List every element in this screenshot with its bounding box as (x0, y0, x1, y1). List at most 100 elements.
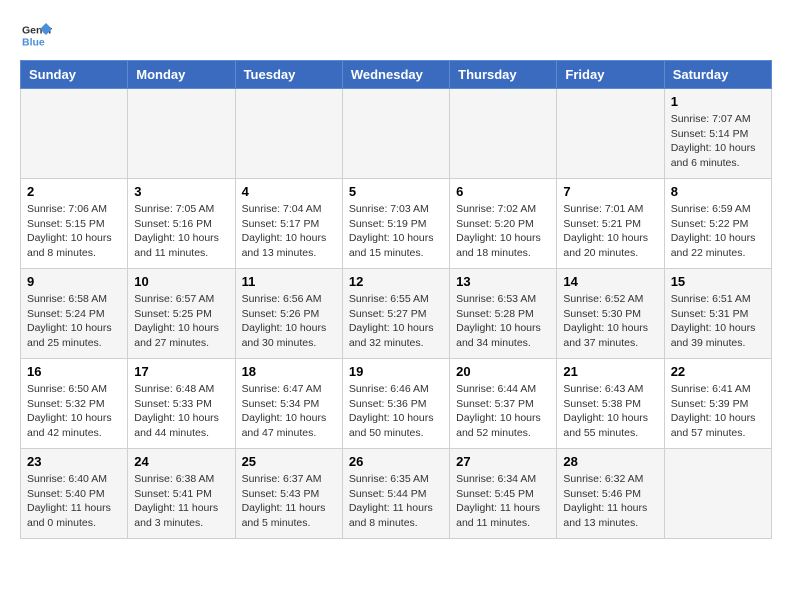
day-info: Sunrise: 6:59 AM Sunset: 5:22 PM Dayligh… (671, 202, 765, 261)
calendar-week-3: 9 Sunrise: 6:58 AM Sunset: 5:24 PM Daylig… (21, 269, 772, 359)
day-number: 5 (349, 184, 443, 199)
day-number: 8 (671, 184, 765, 199)
calendar-cell (664, 449, 771, 539)
day-info: Sunrise: 7:03 AM Sunset: 5:19 PM Dayligh… (349, 202, 443, 261)
calendar-cell: 8 Sunrise: 6:59 AM Sunset: 5:22 PM Daylig… (664, 179, 771, 269)
calendar-cell: 20 Sunrise: 6:44 AM Sunset: 5:37 PM Dayli… (450, 359, 557, 449)
day-number: 1 (671, 94, 765, 109)
day-number: 11 (242, 274, 336, 289)
day-info: Sunrise: 6:55 AM Sunset: 5:27 PM Dayligh… (349, 292, 443, 351)
day-info: Sunrise: 6:35 AM Sunset: 5:44 PM Dayligh… (349, 472, 443, 531)
calendar-cell: 2 Sunrise: 7:06 AM Sunset: 5:15 PM Daylig… (21, 179, 128, 269)
day-number: 19 (349, 364, 443, 379)
day-info: Sunrise: 7:01 AM Sunset: 5:21 PM Dayligh… (563, 202, 657, 261)
calendar-cell: 1 Sunrise: 7:07 AM Sunset: 5:14 PM Daylig… (664, 89, 771, 179)
calendar-cell (128, 89, 235, 179)
calendar-header-row: SundayMondayTuesdayWednesdayThursdayFrid… (21, 61, 772, 89)
logo: General Blue (20, 20, 52, 50)
day-number: 18 (242, 364, 336, 379)
header-day-sunday: Sunday (21, 61, 128, 89)
calendar-cell: 21Sunrise: 6:43 AM Sunset: 5:38 PM Dayli… (557, 359, 664, 449)
calendar-cell (342, 89, 449, 179)
calendar-week-5: 23 Sunrise: 6:40 AM Sunset: 5:40 PM Dayli… (21, 449, 772, 539)
calendar-cell (450, 89, 557, 179)
calendar-cell: 5 Sunrise: 7:03 AM Sunset: 5:19 PM Daylig… (342, 179, 449, 269)
day-number: 14 (563, 274, 657, 289)
day-number: 24 (134, 454, 228, 469)
day-info: Sunrise: 6:58 AM Sunset: 5:24 PM Dayligh… (27, 292, 121, 351)
day-number: 9 (27, 274, 121, 289)
day-number: 13 (456, 274, 550, 289)
day-number: 7 (563, 184, 657, 199)
day-info: Sunrise: 6:46 AM Sunset: 5:36 PM Dayligh… (349, 382, 443, 441)
day-number: 2 (27, 184, 121, 199)
calendar-week-4: 16 Sunrise: 6:50 AM Sunset: 5:32 PM Dayli… (21, 359, 772, 449)
calendar-cell (235, 89, 342, 179)
calendar-cell: 27 Sunrise: 6:34 AM Sunset: 5:45 PM Dayli… (450, 449, 557, 539)
day-info: Sunrise: 6:44 AM Sunset: 5:37 PM Dayligh… (456, 382, 550, 441)
calendar-cell: 4 Sunrise: 7:04 AM Sunset: 5:17 PM Daylig… (235, 179, 342, 269)
header-section: General Blue (20, 20, 772, 50)
day-number: 3 (134, 184, 228, 199)
calendar-cell: 26 Sunrise: 6:35 AM Sunset: 5:44 PM Dayli… (342, 449, 449, 539)
day-info: Sunrise: 6:40 AM Sunset: 5:40 PM Dayligh… (27, 472, 121, 531)
day-info: Sunrise: 6:38 AM Sunset: 5:41 PM Dayligh… (134, 472, 228, 531)
day-number: 23 (27, 454, 121, 469)
header-day-saturday: Saturday (664, 61, 771, 89)
header-day-wednesday: Wednesday (342, 61, 449, 89)
calendar-cell: 15 Sunrise: 6:51 AM Sunset: 5:31 PM Dayli… (664, 269, 771, 359)
calendar-cell: 6 Sunrise: 7:02 AM Sunset: 5:20 PM Daylig… (450, 179, 557, 269)
day-info: Sunrise: 6:32 AM Sunset: 5:46 PM Dayligh… (563, 472, 657, 531)
header-day-monday: Monday (128, 61, 235, 89)
calendar-cell: 10 Sunrise: 6:57 AM Sunset: 5:25 PM Dayli… (128, 269, 235, 359)
day-info: Sunrise: 6:56 AM Sunset: 5:26 PM Dayligh… (242, 292, 336, 351)
day-number: 6 (456, 184, 550, 199)
day-info: Sunrise: 6:57 AM Sunset: 5:25 PM Dayligh… (134, 292, 228, 351)
day-info: Sunrise: 7:05 AM Sunset: 5:16 PM Dayligh… (134, 202, 228, 261)
day-info: Sunrise: 6:50 AM Sunset: 5:32 PM Dayligh… (27, 382, 121, 441)
day-number: 10 (134, 274, 228, 289)
day-info: Sunrise: 6:47 AM Sunset: 5:34 PM Dayligh… (242, 382, 336, 441)
calendar-cell: 16 Sunrise: 6:50 AM Sunset: 5:32 PM Dayli… (21, 359, 128, 449)
day-info: Sunrise: 6:41 AM Sunset: 5:39 PM Dayligh… (671, 382, 765, 441)
header-day-tuesday: Tuesday (235, 61, 342, 89)
day-info: Sunrise: 6:37 AM Sunset: 5:43 PM Dayligh… (242, 472, 336, 531)
day-number: 12 (349, 274, 443, 289)
day-number: 25 (242, 454, 336, 469)
day-info: Sunrise: 6:53 AM Sunset: 5:28 PM Dayligh… (456, 292, 550, 351)
calendar-cell: 24 Sunrise: 6:38 AM Sunset: 5:41 PM Dayli… (128, 449, 235, 539)
day-number: 15 (671, 274, 765, 289)
calendar-cell: 14Sunrise: 6:52 AM Sunset: 5:30 PM Dayli… (557, 269, 664, 359)
svg-text:Blue: Blue (22, 37, 45, 49)
day-info: Sunrise: 6:34 AM Sunset: 5:45 PM Dayligh… (456, 472, 550, 531)
calendar-cell: 3 Sunrise: 7:05 AM Sunset: 5:16 PM Daylig… (128, 179, 235, 269)
calendar-cell: 23 Sunrise: 6:40 AM Sunset: 5:40 PM Dayli… (21, 449, 128, 539)
day-info: Sunrise: 6:48 AM Sunset: 5:33 PM Dayligh… (134, 382, 228, 441)
calendar-cell: 7 Sunrise: 7:01 AM Sunset: 5:21 PM Daylig… (557, 179, 664, 269)
calendar-cell: 17 Sunrise: 6:48 AM Sunset: 5:33 PM Dayli… (128, 359, 235, 449)
day-number: 27 (456, 454, 550, 469)
day-number: 22 (671, 364, 765, 379)
calendar-week-1: 1 Sunrise: 7:07 AM Sunset: 5:14 PM Daylig… (21, 89, 772, 179)
calendar-cell: 13 Sunrise: 6:53 AM Sunset: 5:28 PM Dayli… (450, 269, 557, 359)
day-info: Sunrise: 6:51 AM Sunset: 5:31 PM Dayligh… (671, 292, 765, 351)
day-number: 28 (563, 454, 657, 469)
day-number: 4 (242, 184, 336, 199)
day-number: 26 (349, 454, 443, 469)
day-number: 20 (456, 364, 550, 379)
day-info: Sunrise: 7:02 AM Sunset: 5:20 PM Dayligh… (456, 202, 550, 261)
calendar-table: SundayMondayTuesdayWednesdayThursdayFrid… (20, 60, 772, 539)
day-info: Sunrise: 7:06 AM Sunset: 5:15 PM Dayligh… (27, 202, 121, 261)
day-number: 16 (27, 364, 121, 379)
calendar-cell (21, 89, 128, 179)
header-day-friday: Friday (557, 61, 664, 89)
calendar-cell: 28 Sunrise: 6:32 AM Sunset: 5:46 PM Dayli… (557, 449, 664, 539)
calendar-cell: 9 Sunrise: 6:58 AM Sunset: 5:24 PM Daylig… (21, 269, 128, 359)
calendar-week-2: 2 Sunrise: 7:06 AM Sunset: 5:15 PM Daylig… (21, 179, 772, 269)
calendar-cell: 11 Sunrise: 6:56 AM Sunset: 5:26 PM Dayli… (235, 269, 342, 359)
day-info: Sunrise: 7:04 AM Sunset: 5:17 PM Dayligh… (242, 202, 336, 261)
day-info: Sunrise: 7:07 AM Sunset: 5:14 PM Dayligh… (671, 112, 765, 171)
calendar-cell: 19 Sunrise: 6:46 AM Sunset: 5:36 PM Dayli… (342, 359, 449, 449)
logo-icon: General Blue (22, 20, 52, 50)
day-number: 17 (134, 364, 228, 379)
